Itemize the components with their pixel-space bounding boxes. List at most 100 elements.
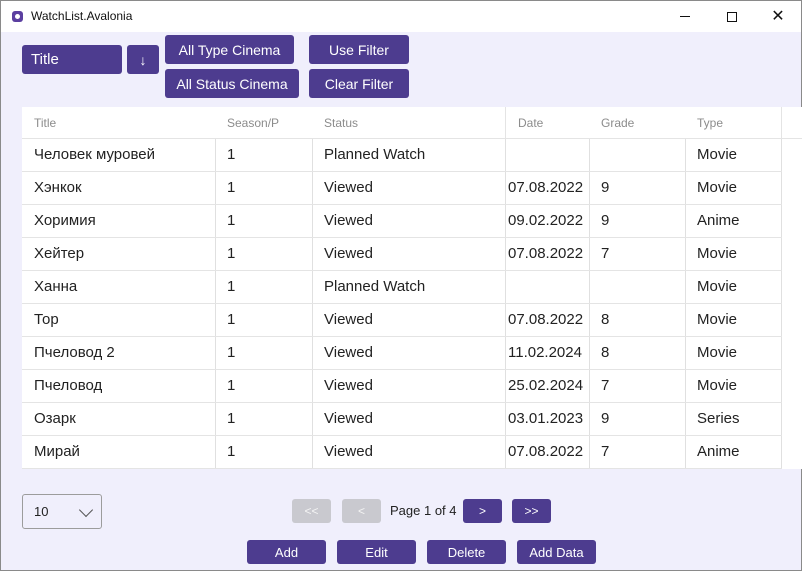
column-header-type[interactable]: Type	[697, 116, 723, 130]
table-row[interactable]: Хейтер 1 Viewed 07.08.2022 7 Movie	[22, 238, 782, 271]
status-filter-button[interactable]: All Status Cinema	[165, 69, 299, 98]
cell-type: Movie	[697, 245, 738, 262]
table-row[interactable]: Хоримия 1 Viewed 09.02.2022 9 Anime	[22, 205, 782, 238]
edit-button[interactable]: Edit	[337, 540, 416, 564]
cell-date: 07.08.2022	[508, 311, 584, 328]
app-window: WatchList.Avalonia ✕ Title ↓ All Type Ci…	[0, 0, 802, 571]
cell-status: Viewed	[324, 443, 373, 460]
cell-grade: 7	[601, 443, 610, 460]
cell-season: 1	[227, 245, 236, 262]
cell-title: Пчеловод	[34, 377, 103, 394]
close-icon: ✕	[771, 7, 785, 25]
cell-type: Movie	[697, 344, 738, 361]
cell-date: 25.02.2024	[508, 377, 584, 394]
watchlist-table: Title Season/P Status Date Grade Type Че…	[22, 107, 802, 469]
cell-status: Viewed	[324, 179, 373, 196]
first-page-button[interactable]: <<	[292, 499, 331, 523]
cell-title: Озарк	[34, 410, 76, 427]
cell-grade: 7	[601, 377, 610, 394]
table-row[interactable]: Пчеловод 1 Viewed 25.02.2024 7 Movie	[22, 370, 782, 403]
page-size-select[interactable]: 10	[22, 494, 102, 529]
cell-type: Movie	[697, 278, 738, 295]
cell-title: Человек муровей	[34, 146, 155, 163]
cell-type: Anime	[697, 212, 740, 229]
cell-status: Viewed	[324, 377, 373, 394]
maximize-button[interactable]	[709, 1, 755, 32]
cell-type: Movie	[697, 146, 738, 163]
cell-date: 09.02.2022	[508, 212, 584, 229]
next-page-button[interactable]: >	[463, 499, 502, 523]
minimize-button[interactable]	[662, 1, 708, 32]
cell-status: Viewed	[324, 311, 373, 328]
cell-grade: 7	[601, 245, 610, 262]
cell-season: 1	[227, 212, 236, 229]
last-page-button[interactable]: >>	[512, 499, 551, 523]
cell-status: Viewed	[324, 410, 373, 427]
table-row[interactable]: Озарк 1 Viewed 03.01.2023 9 Series	[22, 403, 782, 436]
table-row[interactable]: Человек муровей 1 Planned Watch Movie	[22, 139, 782, 172]
cell-title: Тор	[34, 311, 59, 328]
cell-date: 11.02.2024	[508, 344, 582, 361]
cell-type: Movie	[697, 311, 738, 328]
column-header-date[interactable]: Date	[518, 116, 543, 130]
sort-field-select[interactable]: Title	[22, 45, 122, 74]
cell-grade: 8	[601, 344, 610, 361]
cell-grade: 9	[601, 212, 610, 229]
cell-title: Пчеловод 2	[34, 344, 115, 361]
cell-season: 1	[227, 443, 236, 460]
table-row[interactable]: Пчеловод 2 1 Viewed 11.02.2024 8 Movie	[22, 337, 782, 370]
cell-date: 07.08.2022	[508, 179, 584, 196]
avalonia-logo-icon	[12, 11, 23, 22]
cell-type: Anime	[697, 443, 740, 460]
cell-type: Movie	[697, 377, 738, 394]
table-row[interactable]: Хэнкок 1 Viewed 07.08.2022 9 Movie	[22, 172, 782, 205]
cell-status: Planned Watch	[324, 278, 426, 295]
page-indicator: Page 1 of 4	[390, 503, 457, 518]
minimize-icon	[680, 16, 690, 17]
cell-season: 1	[227, 344, 236, 361]
clear-filter-button[interactable]: Clear Filter	[309, 69, 409, 98]
cell-grade: 8	[601, 311, 610, 328]
cell-season: 1	[227, 179, 236, 196]
cell-status: Viewed	[324, 212, 373, 229]
table-row[interactable]: Ханна 1 Planned Watch Movie	[22, 271, 782, 304]
maximize-icon	[727, 11, 737, 22]
add-button[interactable]: Add	[247, 540, 326, 564]
cell-grade: 9	[601, 179, 610, 196]
cell-season: 1	[227, 377, 236, 394]
column-divider	[505, 107, 506, 139]
column-header-season[interactable]: Season/P	[227, 116, 279, 130]
cell-title: Хейтер	[34, 245, 85, 262]
title-bar: WatchList.Avalonia ✕	[1, 1, 801, 32]
table-header: Title Season/P Status Date Grade Type	[22, 107, 802, 139]
table-row[interactable]: Мирай 1 Viewed 07.08.2022 7 Anime	[22, 436, 782, 469]
cell-title: Ханна	[34, 278, 78, 295]
cell-status: Planned Watch	[324, 146, 426, 163]
column-header-title[interactable]: Title	[34, 116, 56, 130]
column-header-grade[interactable]: Grade	[601, 116, 634, 130]
cell-title: Хэнкок	[34, 179, 82, 196]
sort-direction-button[interactable]: ↓	[127, 45, 159, 74]
table-row[interactable]: Тор 1 Viewed 07.08.2022 8 Movie	[22, 304, 782, 337]
page-size-value: 10	[34, 504, 49, 519]
previous-page-button[interactable]: <	[342, 499, 381, 523]
column-divider	[781, 107, 782, 139]
cell-title: Хоримия	[34, 212, 96, 229]
cell-season: 1	[227, 278, 236, 295]
cell-grade: 9	[601, 410, 610, 427]
cell-type: Series	[697, 410, 740, 427]
delete-button[interactable]: Delete	[427, 540, 506, 564]
cell-date: 07.08.2022	[508, 245, 584, 262]
cell-type: Movie	[697, 179, 738, 196]
add-data-button[interactable]: Add Data	[517, 540, 596, 564]
type-filter-button[interactable]: All Type Cinema	[165, 35, 294, 64]
column-header-status[interactable]: Status	[324, 116, 358, 130]
cell-season: 1	[227, 146, 236, 163]
window-title: WatchList.Avalonia	[31, 9, 133, 23]
close-button[interactable]: ✕	[755, 1, 801, 32]
use-filter-button[interactable]: Use Filter	[309, 35, 409, 64]
cell-date: 03.01.2023	[508, 410, 584, 427]
cell-season: 1	[227, 311, 236, 328]
cell-title: Мирай	[34, 443, 80, 460]
cell-status: Viewed	[324, 245, 373, 262]
